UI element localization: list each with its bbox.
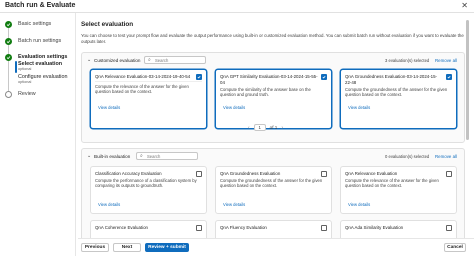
evaluation-card[interactable]: QnA GPT Similarity Evaluation-03-14-2024…: [215, 69, 332, 129]
view-details-link[interactable]: View details: [348, 202, 370, 207]
check-icon: [5, 38, 12, 45]
previous-button[interactable]: Previous: [81, 243, 109, 252]
step-label: Evaluation settings: [18, 54, 68, 60]
main-content: Select evaluation You can choose to test…: [78, 13, 474, 256]
card-title: QnA Fluency Evaluation: [220, 225, 267, 230]
evaluation-card[interactable]: QnA Relevance Evaluation-03-14-2024-19-4…: [90, 69, 207, 129]
panel-header: ⌄ Customized evaluation ⌕ 3 evaluation(s…: [82, 53, 464, 68]
panel-title: Batch run & Evaluate: [5, 2, 76, 9]
card-checkbox[interactable]: [196, 171, 202, 177]
search-box[interactable]: ⌕: [144, 56, 206, 64]
search-input[interactable]: [155, 57, 203, 63]
chevron-down-icon[interactable]: ⌄: [87, 153, 91, 159]
chevron-right-icon[interactable]: ›: [281, 125, 283, 131]
scrollbar[interactable]: [466, 20, 469, 236]
wizard-stepper: Basic settings Batch run settings Evalua…: [0, 13, 76, 256]
card-title: QnA Groundedness Evaluation: [220, 171, 281, 176]
selected-count: 3 evaluation(s) selected: [385, 58, 430, 63]
card-checkbox[interactable]: [321, 74, 327, 80]
card-checkbox[interactable]: [321, 225, 327, 231]
step-review[interactable]: Review: [5, 91, 36, 98]
check-icon: [5, 54, 12, 61]
card-checkbox[interactable]: [321, 171, 327, 177]
stepper-connector: [8, 61, 9, 91]
card-title: QnA Coherence Evaluation: [95, 225, 148, 230]
scrollbar-thumb[interactable]: [466, 20, 469, 140]
card-checkbox[interactable]: [446, 225, 452, 231]
step-batch-run-settings[interactable]: Batch run settings: [5, 38, 61, 45]
search-icon: ⌕: [148, 57, 151, 63]
step-label: Review: [18, 91, 36, 97]
page-title: Select evaluation: [81, 21, 134, 28]
check-icon: [5, 21, 12, 28]
card-description: Compute the groundedness of the answer f…: [345, 87, 448, 98]
card-title: QnA Relevance Evaluation: [345, 171, 398, 176]
selected-count: 0 evaluation(s) selected: [385, 154, 430, 159]
card-title: QnA GPT Similarity Evaluation-03-14-2024…: [220, 74, 318, 85]
close-icon[interactable]: ✕: [461, 1, 468, 10]
panel-title: Built-in evaluation: [94, 154, 131, 159]
builtin-evaluation-panel: ⌄ Built-in evaluation ⌕ 0 evaluation(s) …: [81, 148, 465, 252]
card-title: Classification Accuracy Evaluation: [95, 171, 162, 176]
panel-header: Batch run & Evaluate ✕: [0, 0, 474, 13]
evaluation-card[interactable]: QnA Relevance Evaluation Compute the rel…: [340, 166, 457, 214]
card-checkbox[interactable]: [446, 171, 452, 177]
search-icon: ⌕: [140, 153, 143, 159]
card-checkbox[interactable]: [446, 74, 452, 80]
page-description: You can choose to test your prompt flow …: [81, 33, 464, 44]
substep-configure-evaluation[interactable]: Configure evaluation optional: [18, 74, 67, 84]
step-label: Batch run settings: [18, 38, 62, 44]
card-description: Compute the groundedness of the answer f…: [220, 178, 323, 189]
card-title: QnA Relevance Evaluation-03-14-2024-19-4…: [95, 74, 191, 79]
remove-all-link[interactable]: Remove all: [435, 58, 457, 63]
view-details-link[interactable]: View details: [348, 105, 370, 110]
cancel-button[interactable]: Cancel: [444, 243, 466, 252]
panel-title: Customized evaluation: [94, 58, 141, 63]
card-title: QnA Ada Similarity Evaluation: [345, 225, 404, 230]
active-step-indicator: [15, 61, 17, 73]
substep-select-evaluation[interactable]: Select evaluation optional: [18, 61, 62, 71]
divider: [95, 81, 202, 82]
view-details-link[interactable]: View details: [223, 202, 245, 207]
search-input[interactable]: [147, 153, 195, 159]
stepper-connector: [8, 28, 9, 38]
view-details-link[interactable]: View details: [98, 105, 120, 110]
evaluation-card[interactable]: QnA Groundedness Evaluation Compute the …: [215, 166, 332, 214]
circle-icon: [5, 91, 12, 98]
card-description: Compute the relevance of the answer for …: [345, 178, 439, 189]
card-description: Compute the relevance of the answer for …: [95, 84, 189, 95]
page-number-input[interactable]: 1: [253, 124, 266, 131]
panel-header: ⌄ Built-in evaluation ⌕ 0 evaluation(s) …: [82, 149, 464, 164]
card-checkbox[interactable]: [196, 225, 202, 231]
chevron-left-icon[interactable]: ‹: [248, 125, 250, 131]
wizard-footer: Previous Next Review + submit Cancel: [78, 238, 474, 256]
substep-optional: optional: [18, 80, 32, 84]
stepper-connector: [8, 45, 9, 54]
card-description: Compute the performance of a classificat…: [95, 178, 197, 189]
evaluation-card[interactable]: Classification Accuracy Evaluation Compu…: [90, 166, 207, 214]
evaluation-card[interactable]: QnA Groundedness Evaluation-03-14-2024-1…: [340, 69, 457, 129]
view-details-link[interactable]: View details: [98, 202, 120, 207]
chevron-down-icon[interactable]: ⌄: [87, 57, 91, 63]
view-details-link[interactable]: View details: [223, 105, 245, 110]
next-button[interactable]: Next: [113, 243, 141, 252]
step-evaluation-settings[interactable]: Evaluation settings: [5, 54, 67, 61]
card-checkbox[interactable]: [196, 74, 202, 80]
remove-all-link[interactable]: Remove all: [435, 154, 457, 159]
page-total: of 1: [269, 125, 278, 130]
substep-optional: optional: [18, 67, 32, 71]
pagination: ‹ 1 of 1 ›: [248, 124, 283, 131]
card-title: QnA Groundedness Evaluation-03-14-2024-1…: [345, 74, 438, 85]
step-label: Basic settings: [18, 21, 52, 27]
search-box[interactable]: ⌕: [136, 152, 198, 160]
review-submit-button[interactable]: Review + submit: [145, 243, 189, 252]
step-basic-settings[interactable]: Basic settings: [5, 21, 51, 28]
card-description: Compute the similarity of the answer bas…: [220, 87, 311, 98]
